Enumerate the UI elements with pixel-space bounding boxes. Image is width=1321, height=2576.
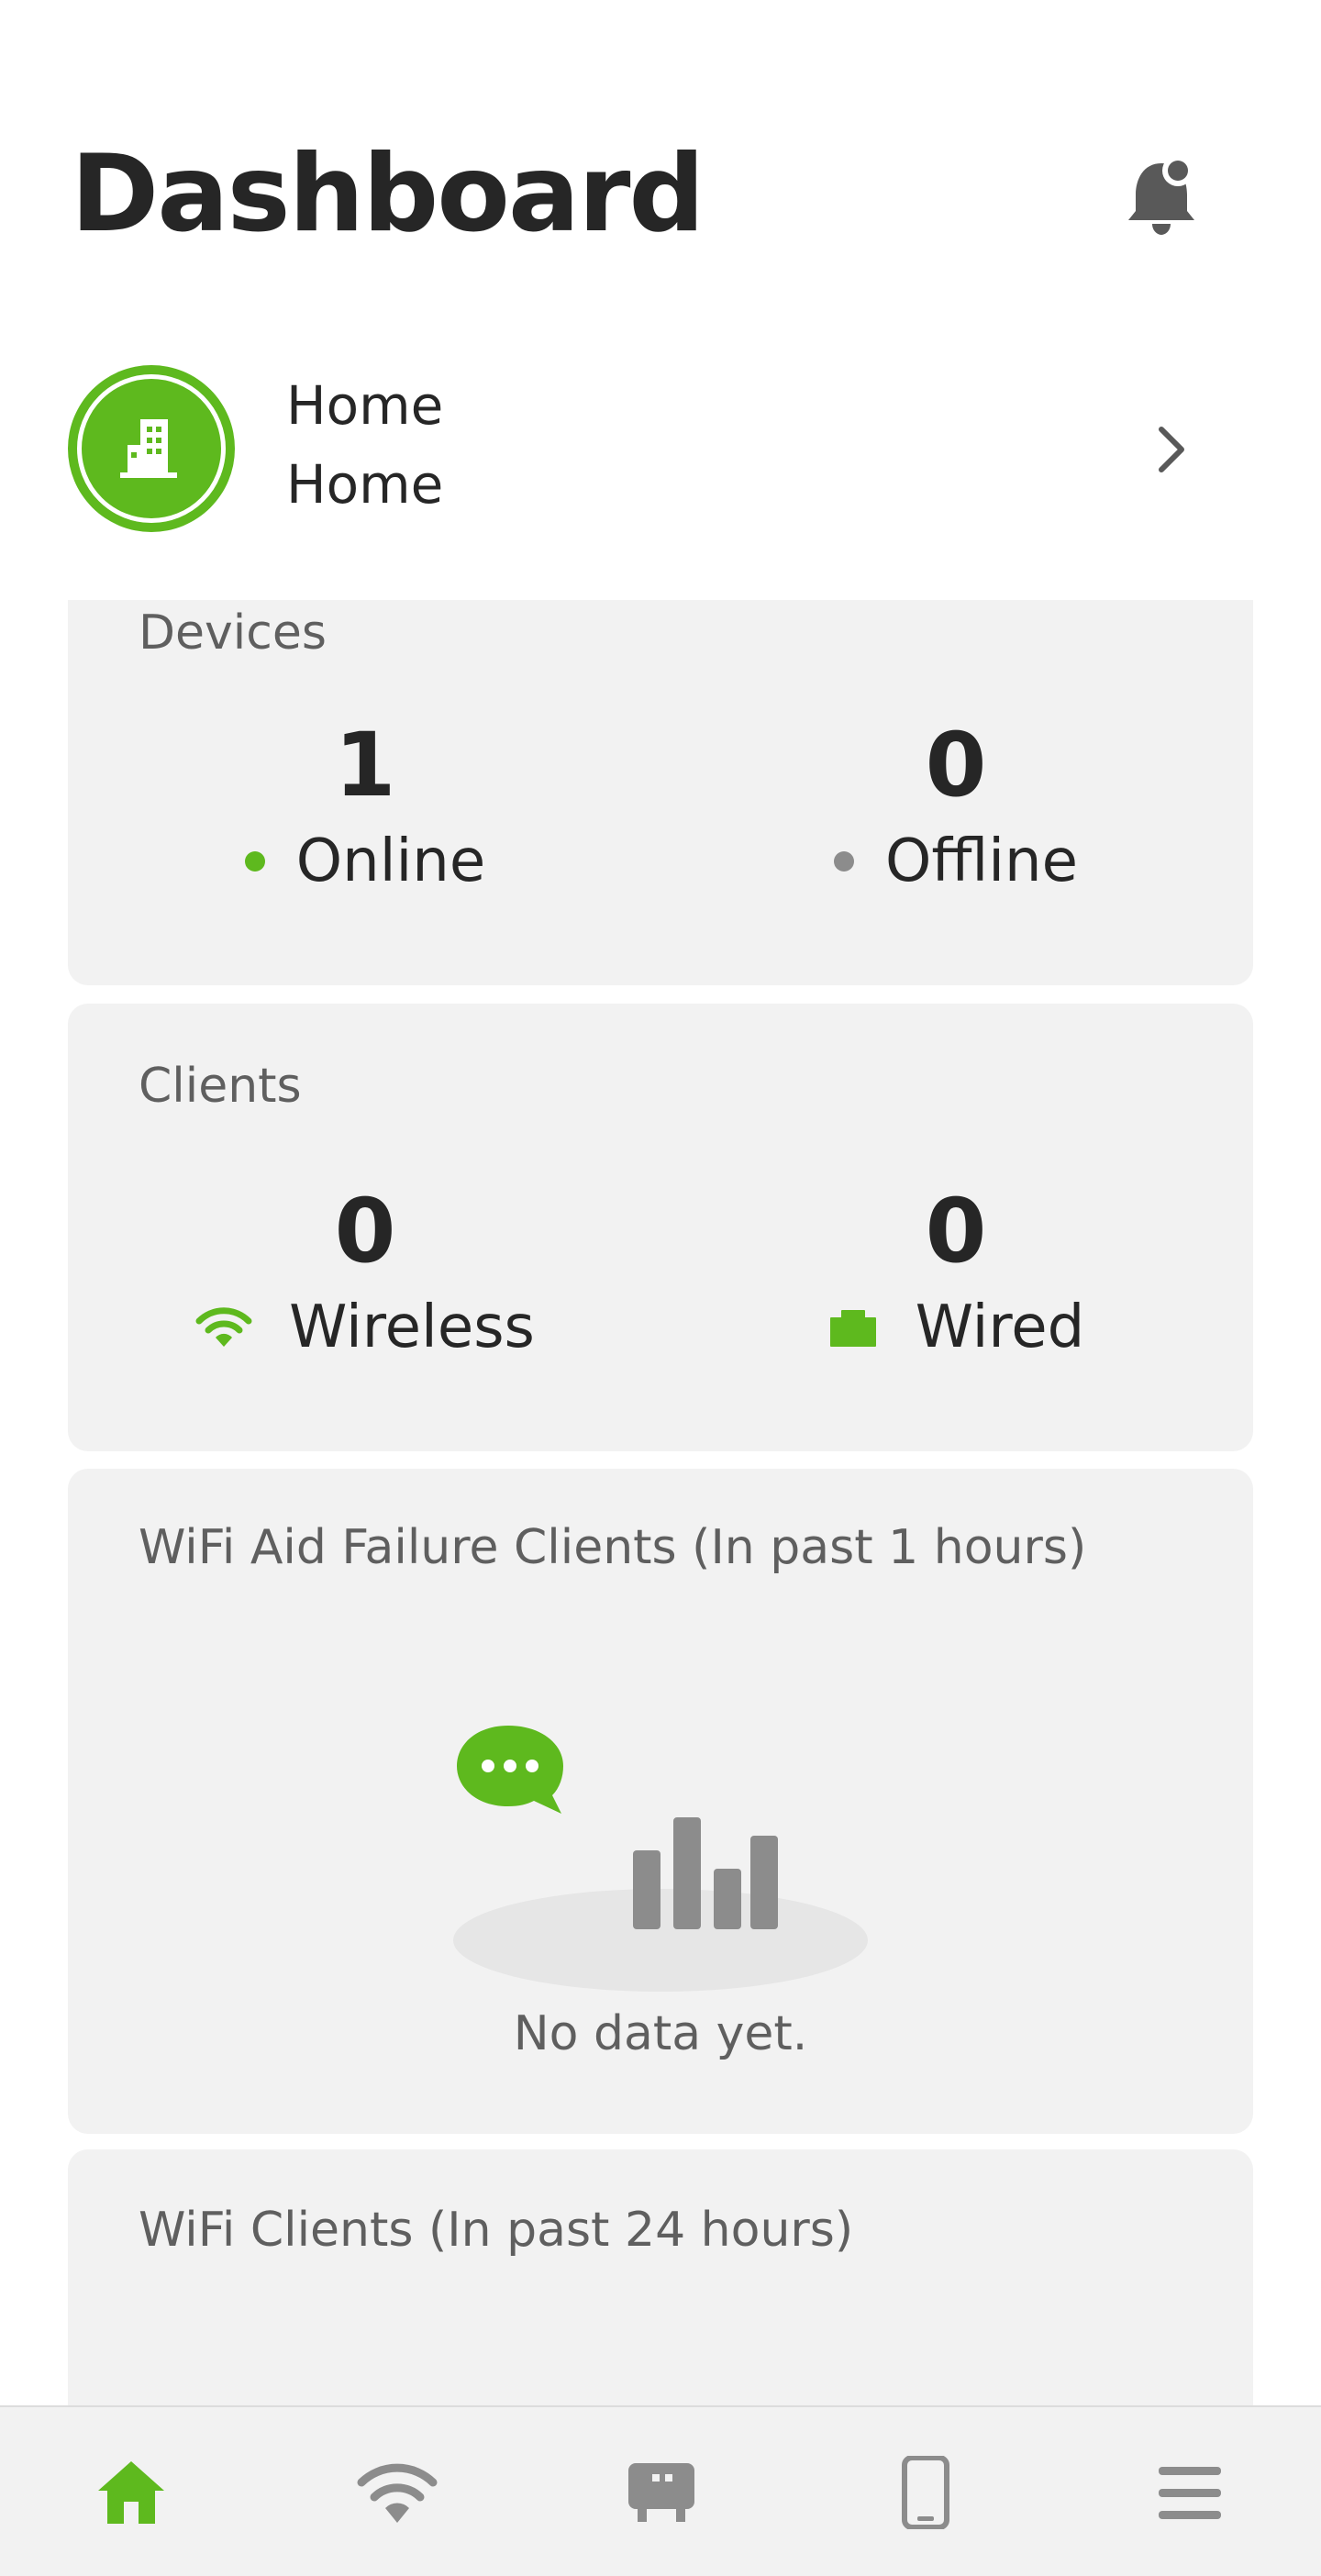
clients-wired-stat: 0 Wired — [727, 1187, 1185, 1360]
access-point-icon — [628, 2463, 694, 2522]
bottom-tab-bar — [0, 2405, 1321, 2576]
clients-card-title: Clients — [139, 1059, 302, 1114]
dashboard-content[interactable]: Devices 1 Online 0 Offline Clients 0 Wir… — [0, 600, 1321, 2405]
offline-count: 0 — [925, 714, 987, 816]
wifi-clients-card[interactable]: WiFi Clients (In past 24 hours) — [68, 2149, 1253, 2405]
clients-wireless-stat: 0 Wireless — [136, 1187, 594, 1360]
tab-home[interactable] — [81, 2451, 182, 2534]
wifi-aid-failure-card[interactable]: WiFi Aid Failure Clients (In past 1 hour… — [68, 1469, 1253, 2134]
home-icon — [98, 2461, 164, 2524]
clients-card[interactable]: Clients 0 Wireless 0 Wired — [68, 1004, 1253, 1451]
tab-clients[interactable] — [875, 2451, 976, 2534]
wireless-label: Wireless — [289, 1294, 535, 1361]
page-title: Dashboard — [71, 132, 705, 256]
no-data-illustration — [453, 1726, 868, 1992]
phone-icon — [902, 2456, 949, 2529]
tab-wifi[interactable] — [347, 2451, 448, 2534]
no-data-text: No data yet. — [513, 2006, 808, 2061]
site-name: Home — [286, 374, 444, 437]
wifi-icon — [195, 1306, 252, 1349]
building-icon — [120, 419, 177, 478]
bell-icon[interactable] — [1125, 152, 1198, 235]
wired-count: 0 — [925, 1180, 987, 1282]
site-subtitle: Home — [286, 453, 444, 516]
wired-label: Wired — [915, 1294, 1085, 1361]
site-avatar — [68, 365, 235, 532]
tab-menu[interactable] — [1139, 2451, 1240, 2534]
tab-devices[interactable] — [611, 2451, 712, 2534]
devices-card[interactable]: Devices 1 Online 0 Offline — [68, 600, 1253, 985]
menu-icon — [1159, 2467, 1221, 2519]
online-count: 1 — [334, 714, 396, 816]
header: Dashboard Home Home — [0, 0, 1321, 600]
ethernet-icon — [827, 1307, 879, 1348]
online-status-dot — [244, 851, 265, 872]
online-label: Online — [295, 827, 486, 895]
devices-online-stat: 1 Online — [136, 721, 594, 894]
wifi-aid-failure-card-title: WiFi Aid Failure Clients (In past 1 hour… — [139, 1520, 1087, 1575]
wifi-icon — [357, 2463, 438, 2523]
offline-status-dot — [834, 851, 855, 872]
wifi-clients-card-title: WiFi Clients (In past 24 hours) — [139, 2203, 854, 2258]
site-selector[interactable]: Home Home — [0, 358, 1321, 541]
devices-offline-stat: 0 Offline — [727, 721, 1185, 894]
devices-card-title: Devices — [139, 605, 327, 661]
wireless-count: 0 — [334, 1180, 396, 1282]
chevron-right-icon[interactable] — [1152, 422, 1189, 477]
offline-label: Offline — [885, 827, 1078, 895]
